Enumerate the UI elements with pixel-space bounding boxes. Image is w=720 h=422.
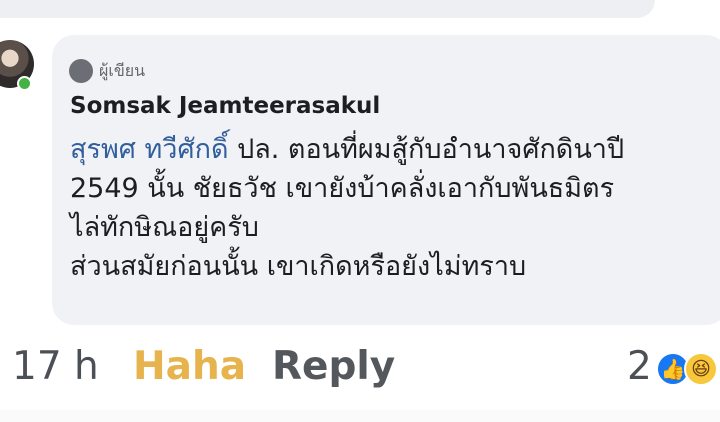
online-status-icon — [17, 76, 32, 91]
comment-bubble: ผู้เขียน Somsak Jeamteerasakul สุรพศ ทวี… — [52, 35, 720, 325]
haha-reaction-icon: 😆 — [684, 352, 718, 386]
avatar[interactable] — [0, 40, 36, 91]
haha-reaction-button[interactable]: Haha — [133, 344, 246, 389]
comment-text: สุรพศ ทวีศักดิ์ ปล. ตอนที่ผมสู้กับอำนาจศ… — [70, 130, 710, 286]
author-badge-label: ผู้เขียน — [99, 60, 146, 80]
reply-button[interactable]: Reply — [272, 344, 395, 389]
mentioned-user-link[interactable]: สุรพศ ทวีศักดิ์ — [70, 134, 228, 165]
previous-comment-edge — [0, 0, 655, 18]
author-badge-icon — [69, 59, 93, 83]
reaction-count[interactable]: 2 — [627, 344, 652, 389]
comment-text-line: ไล่ทักษิณอยู่ครับ — [70, 212, 259, 243]
comment-line-1: สุรพศ ทวีศักดิ์ ปล. ตอนที่ผมสู้กับอำนาจศ… — [70, 130, 710, 169]
comment-actions: 17 h Haha Reply 2 👍 😆 — [0, 342, 720, 406]
comment-author[interactable]: Somsak Jeamteerasakul — [70, 93, 380, 119]
footer-divider — [0, 410, 720, 422]
comment-text-line: ปล. ตอนที่ผมสู้กับอำนาจศักดินาปี — [228, 134, 625, 165]
author-badge: ผู้เขียน — [69, 57, 145, 85]
comment-text-line: 2549 นั้น ชัยธวัช เขายังบ้าคลั่งเอากับพั… — [70, 173, 615, 204]
comment-text-line: ส่วนสมัยก่อนนั้น เขาเกิดหรือยังไม่ทราบ — [70, 251, 527, 282]
comment-time[interactable]: 17 h — [12, 344, 99, 389]
